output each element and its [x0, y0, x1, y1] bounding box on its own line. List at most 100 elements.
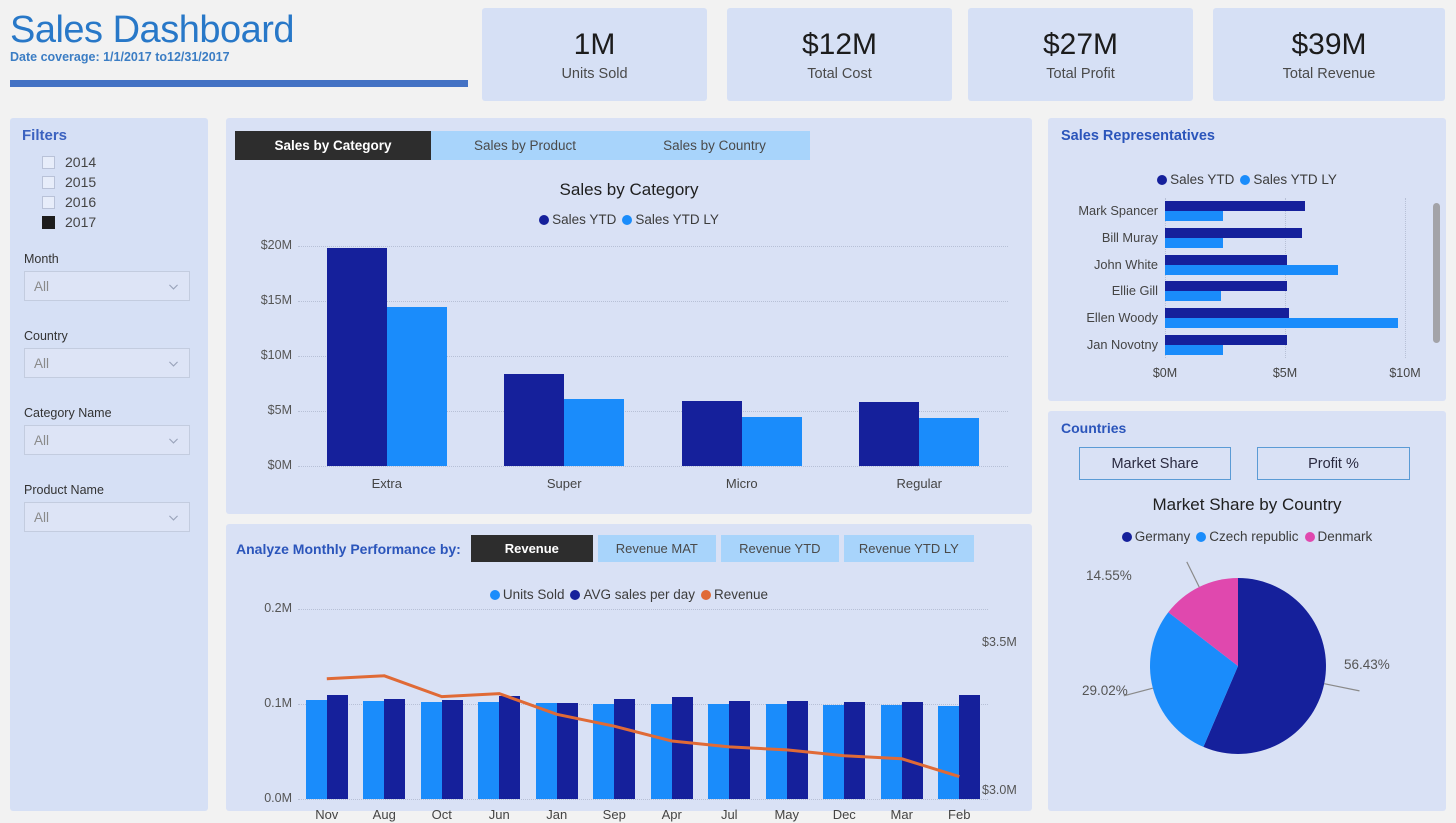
legend-label: Units Sold [502, 587, 565, 602]
kpi-label: Total Profit [1046, 65, 1115, 82]
filter-dropdown[interactable]: All [24, 271, 190, 301]
bar-Super-0 [504, 373, 565, 466]
reps-scrollbar[interactable] [1433, 203, 1440, 343]
legend-item: Sales YTD [1157, 172, 1234, 187]
secondary-y-tick-label: $3.5M [982, 635, 1017, 650]
kpi-card[interactable]: 1M Units Sold [482, 8, 707, 101]
y-tick-label: 0.2M [264, 601, 292, 615]
checkbox-icon[interactable] [42, 215, 55, 229]
revenue-line [326, 674, 960, 779]
kpi-card[interactable]: $27M Total Profit [968, 8, 1193, 101]
year-filter-label: 2016 [65, 194, 97, 210]
tab-sales-by-category[interactable]: Sales by Category [235, 131, 431, 160]
filter-dropdown[interactable]: All [24, 502, 190, 532]
kpi-label: Total Cost [807, 65, 872, 82]
hbar-Bill-Muray-1 [1165, 238, 1223, 248]
legend-color-dot [570, 589, 581, 600]
reps-chart-legend: Sales YTD Sales YTD LY [1048, 172, 1446, 187]
x-tick-label: Extra [371, 476, 402, 491]
year-filter-row[interactable]: 2014 [42, 154, 208, 170]
filters-title: Filters [22, 127, 68, 144]
filter-value: All [34, 355, 50, 371]
filter-group: Month All [10, 252, 208, 301]
tab-revenue[interactable]: Revenue [470, 535, 593, 562]
legend-color-dot [701, 589, 712, 600]
rep-name-label: Mark Spancer [1078, 203, 1158, 219]
bar-Regular-1 [919, 417, 980, 466]
pie-value-label: 56.43% [1344, 657, 1390, 672]
legend-color-dot [1240, 174, 1251, 185]
rep-name-label: Ellie Gill [1111, 283, 1158, 299]
x-tick-label: $5M [1272, 366, 1298, 380]
tab-sales-by-product[interactable]: Sales by Product [431, 131, 619, 160]
countries-panel-title: Countries [1061, 420, 1127, 436]
filter-dropdown[interactable]: All [24, 425, 190, 455]
button-profit[interactable]: Profit % [1257, 447, 1410, 480]
tab-revenue-mat[interactable]: Revenue MAT [597, 535, 716, 562]
year-filter-row[interactable]: 2017 [42, 214, 208, 230]
rep-name-label: Bill Muray [1101, 230, 1158, 245]
legend-label: Sales YTD LY [1253, 172, 1337, 187]
filter-group: Category Name All [10, 406, 208, 455]
gridline [298, 799, 988, 800]
monthly-head-label: Analyze Monthly Performance by: [236, 540, 461, 557]
pie-value-label: 14.55% [1086, 568, 1132, 583]
secondary-y-tick-label: $3.0M [982, 783, 1017, 798]
legend-item: Revenue [701, 587, 768, 602]
legend-label: Czech republic [1209, 529, 1299, 544]
kpi-card[interactable]: $39M Total Revenue [1213, 8, 1445, 101]
tab-sales-by-country[interactable]: Sales by Country [619, 131, 810, 160]
chevron-down-icon [169, 360, 178, 367]
monthly-performance-panel: Analyze Monthly Performance by: Revenue R… [226, 524, 1032, 822]
chevron-down-icon [169, 514, 178, 521]
pie-leader-line [1186, 561, 1200, 588]
year-filter-row[interactable]: 2016 [42, 194, 208, 210]
filter-value: All [34, 432, 50, 448]
legend-item: Germany [1121, 529, 1190, 544]
hbar-Bill-Muray-0 [1165, 228, 1302, 238]
button-market-share[interactable]: Market Share [1079, 447, 1231, 480]
bar-Micro-1 [741, 416, 802, 466]
checkbox-icon[interactable] [42, 155, 55, 169]
filters-sidebar: Filters 2014 2015 2016 2017 Month All Country… [10, 118, 208, 811]
legend-color-dot [1121, 531, 1132, 542]
filter-select-list: Month All Country All Category Name All Produc… [10, 252, 208, 532]
filter-label: Category Name [24, 406, 112, 420]
hbar-Ellie-Gill-0 [1165, 281, 1288, 292]
legend-color-dot [539, 214, 550, 225]
bar-Micro-0 [681, 401, 742, 466]
hbar-Mark-Spancer-0 [1165, 201, 1306, 212]
rep-name-label: Ellen Woody [1086, 310, 1158, 325]
filter-dropdown[interactable]: All [24, 348, 190, 378]
x-tick-label: Micro [725, 476, 758, 491]
pie-svg [1123, 561, 1360, 754]
gridline [298, 301, 1008, 302]
monthly-tab-bar: Analyze Monthly Performance by: Revenue R… [236, 535, 1022, 562]
year-filter-row[interactable]: 2015 [42, 174, 208, 190]
legend-label: Sales YTD [552, 212, 617, 227]
kpi-value: $27M [1042, 27, 1119, 61]
tab-revenue-ytd[interactable]: Revenue YTD [720, 535, 839, 562]
legend-color-dot [489, 589, 500, 600]
x-tick-label: Super [546, 476, 582, 491]
y-tick-label: $20M [260, 238, 292, 252]
legend-item: Sales YTD LY [1240, 172, 1337, 187]
kpi-value: $12M [801, 27, 878, 61]
legend-color-dot [1196, 531, 1207, 542]
kpi-label: Total Revenue [1282, 65, 1376, 82]
chevron-down-icon [169, 283, 178, 290]
category-chart-legend: Sales YTD Sales YTD LY [226, 212, 1032, 227]
checkbox-icon[interactable] [42, 195, 55, 209]
countries-panel: Countries Market Share Profit % Market Sh… [1048, 411, 1446, 811]
legend-label: AVG sales per day [583, 587, 696, 602]
pie-leader-line [1123, 687, 1153, 697]
kpi-value: $39M [1291, 27, 1367, 61]
y-tick-label: $10M [260, 348, 292, 362]
checkbox-icon[interactable] [42, 175, 55, 189]
legend-item: Sales YTD LY [622, 212, 719, 227]
y-tick-label: 0.1M [264, 696, 292, 710]
kpi-card[interactable]: $12M Total Cost [727, 8, 952, 101]
tab-revenue-ytd-ly[interactable]: Revenue YTD LY [843, 535, 974, 562]
legend-item: Czech republic [1196, 529, 1299, 544]
x-tick-label: Feb [948, 807, 971, 822]
